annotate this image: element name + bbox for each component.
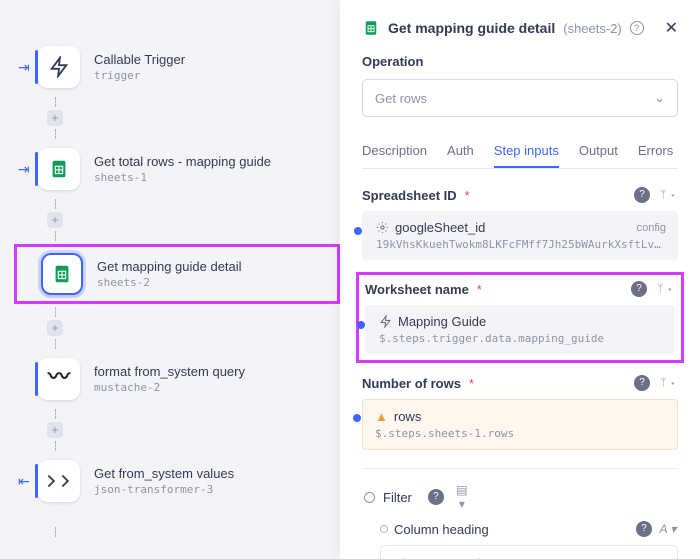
field-value-sub: $.steps.sheets-1.rows <box>375 427 665 440</box>
add-step-button[interactable]: + <box>47 320 63 336</box>
operation-label: Operation <box>362 54 678 69</box>
bolt-icon <box>379 315 392 328</box>
step-sub: mustache-2 <box>94 381 245 394</box>
sheets-icon <box>51 263 73 285</box>
selected-step-highlight: Get mapping guide detail sheets-2 <box>14 244 340 304</box>
field-value-box-warning[interactable]: ▲ rows $.steps.sheets-1.rows <box>362 399 678 450</box>
field-value-box[interactable]: googleSheet_id config 19kVhsKkuehTwokm8L… <box>362 211 678 260</box>
close-button[interactable]: ✕ <box>665 18 678 38</box>
bolt-icon <box>48 56 70 78</box>
warning-icon: ▲ <box>375 409 388 424</box>
tab-auth[interactable]: Auth <box>447 135 474 168</box>
help-icon[interactable]: ? <box>631 281 647 297</box>
panel-sub: (sheets-2) <box>563 21 622 36</box>
workflow-step-sheets-1[interactable]: ⇥ Get total rows - mapping guide sheets-… <box>18 148 280 190</box>
step-connector <box>14 508 340 556</box>
step-icon <box>41 253 83 295</box>
field-tag: config <box>637 222 666 234</box>
field-value-label: Mapping Guide <box>398 314 486 329</box>
merge-indicator-icon: ⇥ <box>18 59 24 76</box>
field-menu-button[interactable]: ᛘ ▾ <box>658 377 678 389</box>
field-value-sub: 19kVhsKkuehTwokm8LKFcFMff7Jh25bWAurkXsft… <box>376 238 666 251</box>
step-sub: json-transformer-3 <box>94 483 234 496</box>
column-heading-select[interactable]: Choose an option ⌄ <box>380 545 678 559</box>
help-icon[interactable]: ? <box>636 521 652 537</box>
operation-value: Get rows <box>375 91 427 106</box>
tab-output[interactable]: Output <box>579 135 618 168</box>
column-heading-label: Column heading <box>394 522 489 537</box>
add-step-button[interactable]: + <box>47 212 63 228</box>
worksheet-highlight: Worksheet name* ? ᛘ ▾ Mapping Guide $.st… <box>356 272 684 363</box>
step-icon <box>38 148 80 190</box>
section-filter: Filter ? ▤ ▾ Column heading ? A ▾ Choose… <box>362 468 678 559</box>
step-icon <box>38 46 80 88</box>
connector-dot-icon <box>354 227 362 235</box>
panel-title: Get mapping guide detail <box>388 20 555 36</box>
add-step-button[interactable]: + <box>47 422 63 438</box>
mustache-icon: 〰 <box>48 359 70 391</box>
gear-icon <box>376 221 389 234</box>
field-menu-button[interactable]: ᛘ ▾ <box>655 283 675 295</box>
step-detail-panel: Get mapping guide detail (sheets-2) ? ✕ … <box>340 0 700 559</box>
connector-dot-icon <box>353 414 361 422</box>
field-type-button[interactable]: A ▾ <box>658 522 678 536</box>
step-connector: + <box>14 94 340 142</box>
tab-errors[interactable]: Errors <box>638 135 673 168</box>
step-title: Get total rows - mapping guide <box>94 154 271 169</box>
step-title: format from_system query <box>94 364 245 379</box>
field-label: Number of rows <box>362 376 461 391</box>
step-connector: + <box>14 304 340 352</box>
section-spreadsheet-id: Spreadsheet ID* ? ᛘ ▾ googleSheet_id con… <box>362 187 678 260</box>
step-sub: sheets-1 <box>94 171 271 184</box>
tab-description[interactable]: Description <box>362 135 427 168</box>
field-value-box[interactable]: Mapping Guide $.steps.trigger.data.mappi… <box>365 305 675 354</box>
filter-label: Filter <box>383 490 412 505</box>
merge-indicator-icon: ⇥ <box>18 161 24 178</box>
field-menu-button[interactable]: ᛘ ▾ <box>658 189 678 201</box>
panel-tabs: Description Auth Step inputs Output Erro… <box>362 135 678 169</box>
select-placeholder: Choose an option <box>393 556 495 559</box>
operation-select[interactable]: Get rows ⌄ <box>362 79 678 117</box>
field-value-sub: $.steps.trigger.data.mapping_guide <box>379 332 663 345</box>
workflow-step-sheets-2[interactable]: Get mapping guide detail sheets-2 <box>21 253 277 295</box>
radio-icon[interactable] <box>364 492 375 503</box>
workflow-step-json-transformer[interactable]: ⇤ Get from_system values json-transforme… <box>18 460 280 502</box>
merge-indicator-icon: ⇤ <box>18 473 24 490</box>
field-value-label: googleSheet_id <box>395 220 485 235</box>
step-title: Get mapping guide detail <box>97 259 242 274</box>
field-label: Spreadsheet ID <box>362 188 457 203</box>
help-icon[interactable]: ? <box>634 187 650 203</box>
tab-step-inputs[interactable]: Step inputs <box>494 135 559 168</box>
workflow-step-mustache[interactable]: 〰 format from_system query mustache-2 <box>18 358 280 400</box>
sheets-icon <box>48 158 70 180</box>
workflow-canvas: ⇥ Callable Trigger trigger + ⇥ Get total… <box>0 0 340 559</box>
step-icon <box>38 460 80 502</box>
field-label: Worksheet name <box>365 282 469 297</box>
workflow-step-trigger[interactable]: ⇥ Callable Trigger trigger <box>18 46 280 88</box>
help-icon[interactable]: ? <box>634 375 650 391</box>
connector-dot-icon <box>357 321 365 329</box>
step-title: Callable Trigger <box>94 52 185 67</box>
field-menu-button[interactable]: ▤ ▾ <box>452 483 472 511</box>
section-number-of-rows: Number of rows* ? ᛘ ▾ ▲ rows $.steps.she… <box>362 375 678 450</box>
sheets-icon <box>362 19 380 37</box>
step-connector: + <box>14 406 340 454</box>
step-sub: sheets-2 <box>97 276 242 289</box>
step-sub: trigger <box>94 69 185 82</box>
step-title: Get from_system values <box>94 466 234 481</box>
field-value-label: rows <box>394 409 421 424</box>
add-step-button[interactable]: + <box>47 110 63 126</box>
step-connector: + <box>14 196 340 244</box>
doublechevron-icon <box>45 470 73 492</box>
chevron-down-icon: ⌄ <box>654 90 665 106</box>
help-icon[interactable]: ? <box>630 21 644 35</box>
step-icon: 〰 <box>38 358 80 400</box>
bullet-icon <box>380 525 388 533</box>
section-worksheet-name: Worksheet name* ? ᛘ ▾ Mapping Guide $.st… <box>365 281 675 354</box>
chevron-down-icon: ⌄ <box>654 555 665 559</box>
panel-header: Get mapping guide detail (sheets-2) ? ✕ <box>362 18 678 38</box>
help-icon[interactable]: ? <box>428 489 444 505</box>
